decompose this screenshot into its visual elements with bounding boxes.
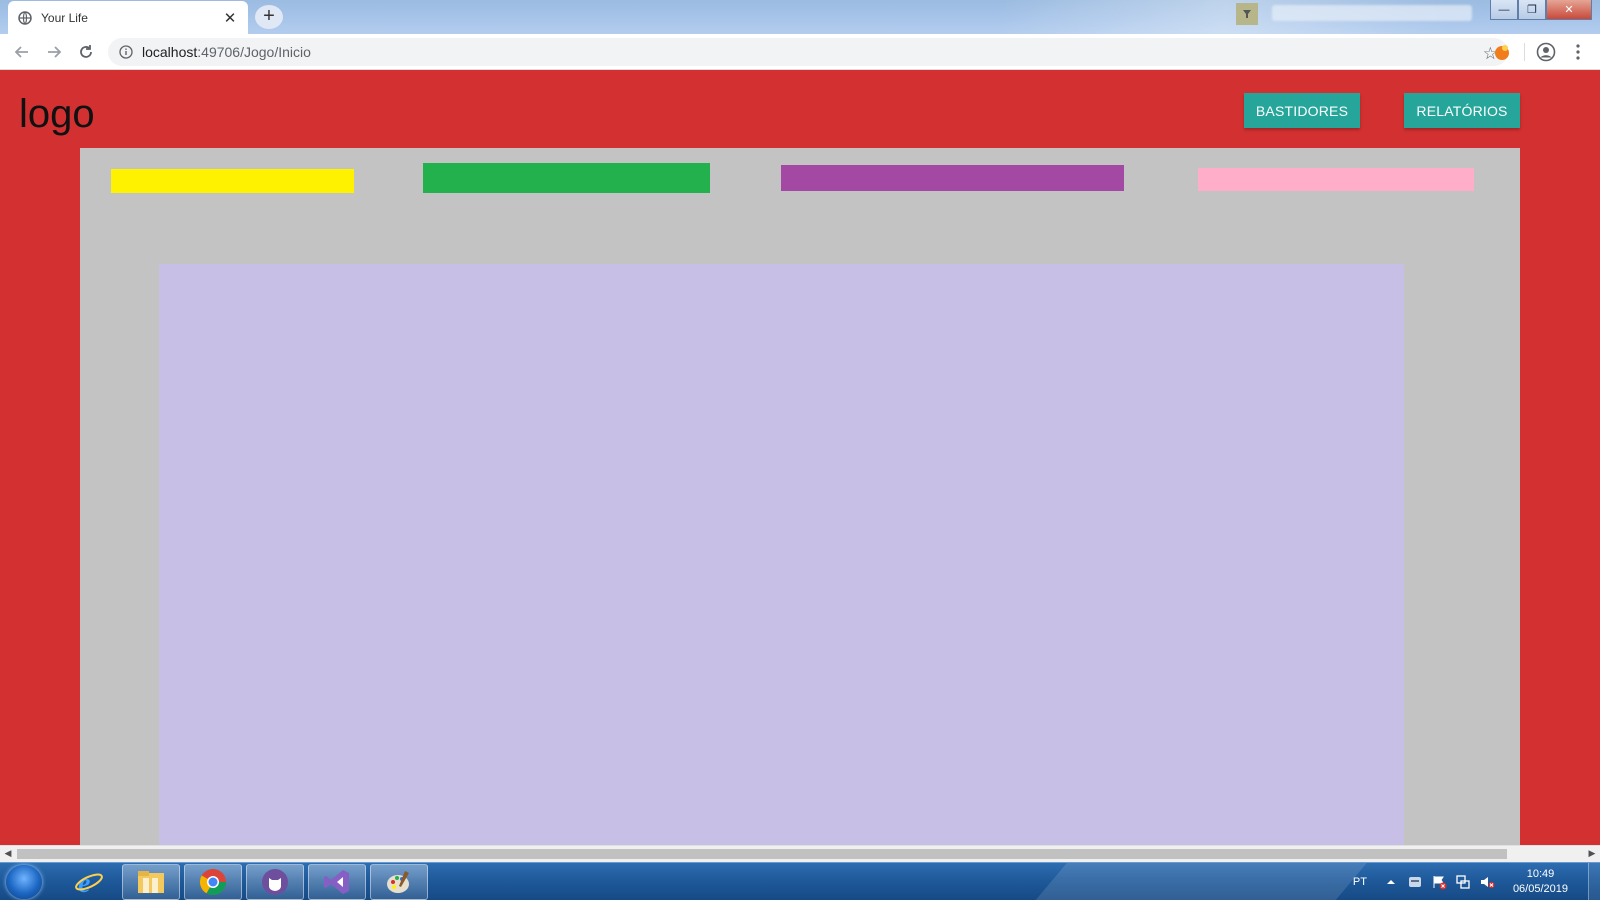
file-explorer-icon[interactable] [122, 864, 180, 900]
close-window-button[interactable]: ✕ [1546, 0, 1592, 20]
system-tray: PT 10:49 06/05/2019 [1353, 863, 1600, 900]
blurred-title-area [1272, 5, 1472, 21]
browser-tab-strip: Your Life ✕ + — ❐ ✕ [0, 0, 1600, 34]
clock-date: 06/05/2019 [1512, 883, 1568, 895]
browser-toolbar: localhost:49706/Jogo/Inicio ☆ [0, 34, 1600, 70]
green-status-bar [423, 163, 710, 193]
action-center-flag-icon[interactable] [1431, 874, 1447, 890]
window-controls: — ❐ ✕ [1490, 0, 1592, 20]
url-path: :49706/Jogo/Inicio [197, 44, 311, 60]
network-drive-icon[interactable] [1407, 874, 1423, 890]
game-panel [80, 148, 1520, 845]
language-indicator[interactable]: PT [1353, 876, 1367, 888]
network-icon[interactable] [1455, 874, 1471, 890]
site-logo[interactable]: logo [19, 92, 95, 137]
windows-taskbar: e PT 10:49 06/05/2019 [0, 862, 1600, 900]
menu-dots-icon[interactable] [1568, 42, 1588, 62]
reload-icon[interactable] [76, 42, 96, 62]
url-host: localhost [142, 44, 198, 60]
browser-tab[interactable]: Your Life ✕ [8, 1, 248, 34]
url-text: localhost:49706/Jogo/Inicio [142, 44, 311, 60]
clock-time: 10:49 [1526, 868, 1555, 880]
page-viewport: logo BASTIDORES RELATÓRIOS [0, 70, 1600, 845]
github-desktop-icon[interactable] [246, 864, 304, 900]
forward-arrow-icon[interactable] [44, 42, 64, 62]
relatorios-button[interactable]: RELATÓRIOS [1404, 93, 1520, 128]
volume-muted-icon[interactable] [1479, 874, 1495, 890]
paint-icon[interactable] [370, 864, 428, 900]
close-tab-icon[interactable]: ✕ [222, 9, 238, 27]
start-button[interactable] [6, 865, 42, 899]
scroll-right-arrow-icon[interactable]: ▶ [1585, 848, 1599, 859]
scrollbar-thumb[interactable] [17, 849, 1507, 859]
show-hidden-icons-icon[interactable] [1383, 874, 1399, 890]
pink-status-bar [1198, 168, 1474, 191]
visual-studio-icon[interactable] [308, 864, 366, 900]
back-arrow-icon[interactable] [12, 42, 32, 62]
show-desktop-button[interactable] [1588, 863, 1600, 900]
address-bar[interactable]: localhost:49706/Jogo/Inicio ☆ [108, 38, 1508, 66]
bastidores-button[interactable]: BASTIDORES [1244, 93, 1360, 128]
toolbar-divider [1524, 43, 1525, 61]
info-icon[interactable] [118, 44, 134, 60]
internet-explorer-icon[interactable]: e [60, 864, 118, 900]
extension-icon[interactable] [1236, 3, 1258, 25]
minimize-button[interactable]: — [1490, 0, 1518, 20]
tab-title: Your Life [41, 10, 88, 25]
restore-button[interactable]: ❐ [1518, 0, 1546, 20]
chrome-icon[interactable] [184, 864, 242, 900]
taskbar-highlight [1016, 863, 1384, 900]
game-board[interactable] [159, 264, 1404, 845]
new-tab-button[interactable]: + [255, 5, 283, 29]
account-icon[interactable] [1536, 42, 1556, 62]
globe-icon [18, 10, 32, 25]
purple-status-bar [781, 165, 1124, 191]
system-clock[interactable]: 10:49 06/05/2019 [1513, 867, 1568, 897]
horizontal-scrollbar[interactable]: ◀ ▶ [0, 845, 1600, 862]
scroll-left-arrow-icon[interactable]: ◀ [1, 848, 15, 859]
yellow-status-bar [111, 169, 354, 193]
extension-icon[interactable] [1492, 42, 1512, 62]
